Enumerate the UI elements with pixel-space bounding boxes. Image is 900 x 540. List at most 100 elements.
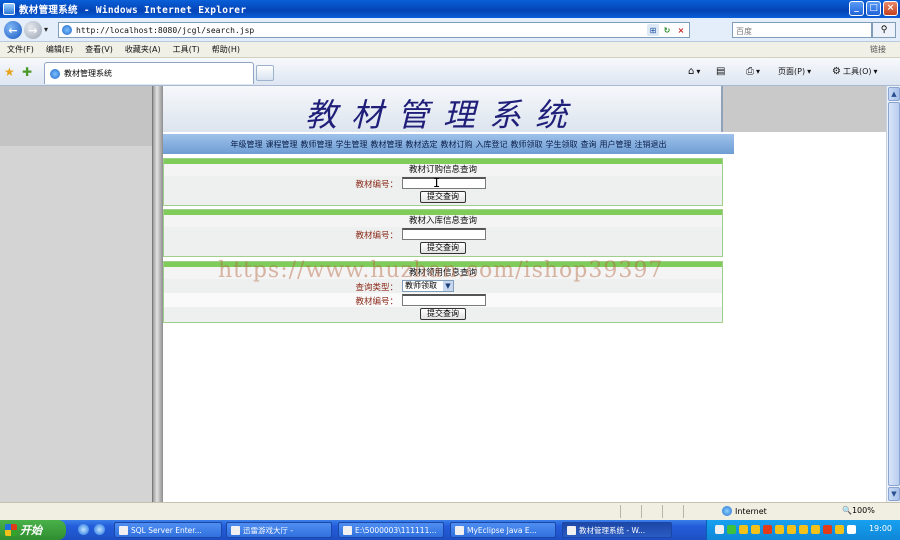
tray-network-icon[interactable] bbox=[727, 525, 736, 534]
order-query-section: 教材订购信息查询 教材编号： 提交查询 bbox=[163, 158, 723, 206]
ie-icon bbox=[567, 525, 576, 535]
menu-help[interactable]: 帮助(H) bbox=[212, 44, 240, 55]
address-url[interactable]: http://localhost:8080/jcgl/search.jsp bbox=[76, 26, 254, 35]
address-input[interactable]: http://localhost:8080/jcgl/search.jsp ⊞ … bbox=[58, 22, 690, 38]
tray-app-icon[interactable] bbox=[763, 525, 772, 534]
menu-bar: 文件(F) 编辑(E) 查看(V) 收藏夹(A) 工具(T) 帮助(H) 链接 bbox=[0, 42, 900, 58]
home-button[interactable]: ⌂ ▾ bbox=[688, 66, 700, 77]
order-submit-button[interactable]: 提交查询 bbox=[420, 191, 466, 203]
system-tray: 19:00 bbox=[706, 520, 900, 540]
receive-code-input[interactable] bbox=[402, 294, 486, 306]
window-title-bar[interactable]: 教材管理系统 - Windows Internet Explorer _ □ × bbox=[0, 0, 900, 18]
task-label: 迅雷游戏大厅 - bbox=[243, 525, 294, 535]
start-button[interactable]: 开始 bbox=[0, 520, 66, 540]
tray-qq-icon[interactable] bbox=[835, 525, 844, 534]
minimize-button[interactable]: _ bbox=[849, 1, 864, 16]
stock-submit-button[interactable]: 提交查询 bbox=[420, 242, 466, 254]
nav-grade[interactable]: 年级管理 bbox=[231, 139, 263, 150]
order-code-input[interactable] bbox=[402, 177, 486, 189]
tools-menu-label: 工具(O) bbox=[842, 67, 872, 76]
address-tools: ⊞ ↻ × bbox=[647, 24, 687, 36]
maximize-button[interactable]: □ bbox=[866, 1, 881, 16]
print-icon: ⎙ bbox=[746, 66, 754, 77]
search-icon[interactable]: ⚲ bbox=[872, 22, 896, 38]
nav-student[interactable]: 学生管理 bbox=[336, 139, 368, 150]
task-xunlei[interactable]: 迅雷游戏大厅 - bbox=[226, 522, 332, 538]
tray-qq-icon[interactable] bbox=[775, 525, 784, 534]
menu-file[interactable]: 文件(F) bbox=[7, 44, 34, 55]
zoom-level[interactable]: 🔍100% bbox=[842, 506, 875, 515]
refresh-icon[interactable]: ↻ bbox=[661, 24, 673, 36]
quick-launch-ie-icon[interactable] bbox=[78, 524, 89, 535]
compat-view-icon[interactable]: ⊞ bbox=[647, 24, 659, 36]
task-sql-server[interactable]: SQL Server Enter... bbox=[114, 522, 222, 538]
stop-icon[interactable]: × bbox=[675, 24, 687, 36]
nav-teacher-receive[interactable]: 教师领取 bbox=[511, 139, 543, 150]
order-button-row: 提交查询 bbox=[164, 190, 722, 205]
tray-qq-icon[interactable] bbox=[739, 525, 748, 534]
tray-app-icon[interactable] bbox=[823, 525, 832, 534]
status-bar: Internet 🔍100% bbox=[0, 502, 900, 520]
nav-teacher[interactable]: 教师管理 bbox=[301, 139, 333, 150]
task-explorer-folder[interactable]: E:\5000003\111111... bbox=[338, 522, 444, 538]
receive-submit-button[interactable]: 提交查询 bbox=[420, 308, 466, 320]
recent-pages-dropdown[interactable]: ▾ bbox=[44, 25, 48, 34]
menu-view[interactable]: 查看(V) bbox=[85, 44, 113, 55]
task-label: SQL Server Enter... bbox=[131, 525, 202, 535]
tray-qq-icon[interactable] bbox=[799, 525, 808, 534]
tray-qq-icon[interactable] bbox=[787, 525, 796, 534]
stock-code-row: 教材编号： bbox=[164, 227, 722, 241]
menu-tools[interactable]: 工具(T) bbox=[173, 44, 200, 55]
tray-clock: 19:00 bbox=[868, 524, 892, 533]
favorites-star-icon[interactable]: ★ bbox=[4, 65, 15, 79]
site-title: 教材管理系统 bbox=[304, 96, 581, 134]
menu-edit[interactable]: 编辑(E) bbox=[46, 44, 73, 55]
nav-order[interactable]: 教材订购 bbox=[441, 139, 473, 150]
stock-code-input[interactable] bbox=[402, 228, 486, 240]
quick-launch-desktop-icon[interactable] bbox=[94, 524, 105, 535]
nav-course[interactable]: 课程管理 bbox=[266, 139, 298, 150]
frame-splitter[interactable] bbox=[152, 86, 163, 502]
left-frame-strip bbox=[0, 86, 155, 146]
nav-query[interactable]: 查询 bbox=[581, 139, 597, 150]
nav-textbook[interactable]: 教材管理 bbox=[371, 139, 403, 150]
add-favorite-icon[interactable]: ✚ bbox=[22, 65, 32, 79]
new-tab-button[interactable] bbox=[256, 65, 274, 81]
left-frame bbox=[0, 86, 155, 502]
tray-volume-icon[interactable] bbox=[847, 525, 856, 534]
tab-label: 教材管理系统 bbox=[64, 69, 112, 78]
tray-qq-icon[interactable] bbox=[811, 525, 820, 534]
scroll-thumb[interactable] bbox=[888, 102, 900, 486]
nav-selection[interactable]: 教材选定 bbox=[406, 139, 438, 150]
nav-logout[interactable]: 注销退出 bbox=[635, 139, 667, 150]
security-zone[interactable]: Internet bbox=[722, 506, 767, 516]
task-ie-active[interactable]: 教材管理系统 - W... bbox=[562, 522, 672, 538]
forward-button[interactable]: → bbox=[24, 21, 42, 39]
windows-logo-icon bbox=[5, 524, 17, 536]
window-title: 教材管理系统 - Windows Internet Explorer bbox=[19, 5, 247, 16]
vertical-scrollbar[interactable]: ▲ ▼ bbox=[886, 86, 900, 502]
scroll-up-icon[interactable]: ▲ bbox=[888, 87, 900, 101]
task-myeclipse[interactable]: MyEclipse Java E... bbox=[450, 522, 556, 538]
address-bar-row: ← → ▾ http://localhost:8080/jcgl/search.… bbox=[0, 18, 900, 42]
back-button[interactable]: ← bbox=[4, 21, 22, 39]
close-button[interactable]: × bbox=[883, 1, 898, 16]
feeds-button[interactable]: ▤ bbox=[716, 66, 725, 77]
tray-keyboard-icon[interactable] bbox=[715, 525, 724, 534]
print-button[interactable]: ⎙ ▾ bbox=[746, 66, 760, 77]
search-input[interactable]: 百度 bbox=[732, 22, 872, 38]
nav-stock-in[interactable]: 入库登记 bbox=[476, 139, 508, 150]
watermark: https://www.huzhan.com/ishop39397 bbox=[218, 258, 664, 283]
tab-bar: ★ ✚ 教材管理系统 ⌂ ▾ ▤ ⎙ ▾ 页面(P) ▾ ⚙ 工具(O) ▾ bbox=[0, 58, 900, 86]
scroll-down-icon[interactable]: ▼ bbox=[888, 487, 900, 501]
menu-favorites[interactable]: 收藏夹(A) bbox=[125, 44, 161, 55]
tools-menu[interactable]: ⚙ 工具(O) ▾ bbox=[832, 66, 878, 77]
nav-student-receive[interactable]: 学生领取 bbox=[546, 139, 578, 150]
receive-code-label: 教材编号： bbox=[355, 297, 398, 307]
receive-button-row: 提交查询 bbox=[164, 307, 722, 322]
nav-users[interactable]: 用户管理 bbox=[600, 139, 632, 150]
page-menu[interactable]: 页面(P) ▾ bbox=[778, 66, 811, 77]
links-toolbar[interactable]: 链接 bbox=[870, 44, 886, 55]
tab-active[interactable]: 教材管理系统 bbox=[44, 62, 254, 84]
tray-qq-icon[interactable] bbox=[751, 525, 760, 534]
